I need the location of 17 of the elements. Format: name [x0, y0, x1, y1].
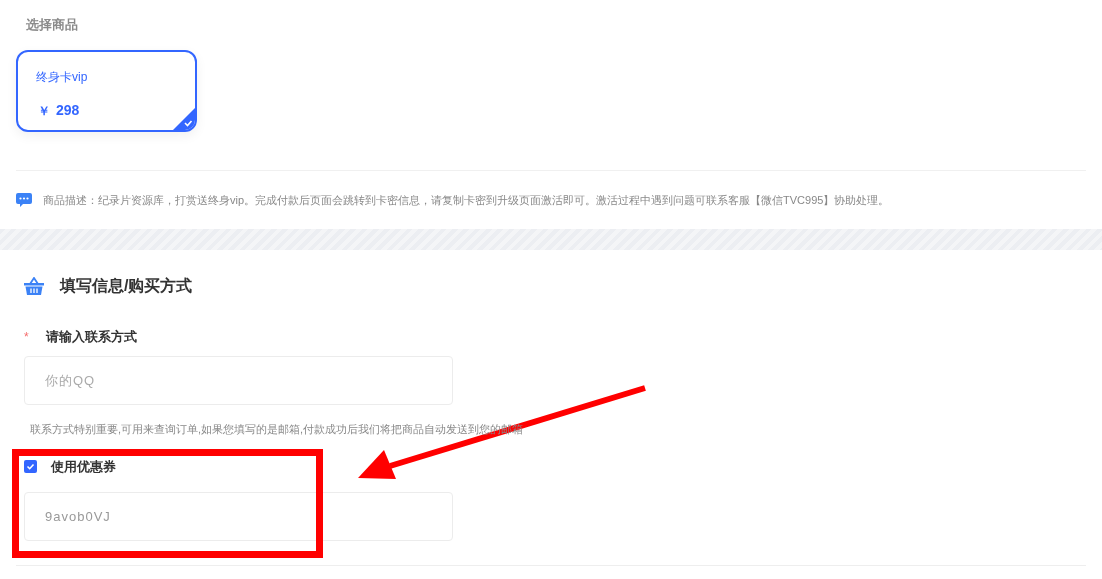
selected-check-icon — [173, 108, 195, 130]
product-card[interactable]: 终身卡vip ￥ 298 — [16, 50, 197, 132]
field-label: 请输入联系方式 — [46, 328, 137, 347]
required-mark: * — [24, 329, 30, 346]
currency-symbol: ￥ — [38, 103, 50, 120]
coupon-checkbox[interactable] — [24, 460, 37, 474]
section-title: 选择商品 — [26, 16, 79, 34]
product-description: 商品描述：纪录片资源库，打赏送终身vip。完成付款后页面会跳转到卡密信息，请复制卡密到升级页面激活即可。激活过程中遇到问题可联系客服【微信TVC995】协助处理。 — [43, 192, 890, 208]
basket-icon — [24, 277, 44, 295]
check-icon — [26, 462, 35, 472]
section-title: 填写信息/购买方式 — [60, 276, 193, 296]
coupon-input[interactable]: 9avob0VJ — [24, 491, 453, 541]
chat-bubble-icon — [16, 193, 32, 207]
product-name: 终身卡vip — [36, 69, 89, 86]
product-price: 298 — [56, 101, 80, 120]
contact-input[interactable]: 你的QQ — [24, 356, 453, 405]
checkbox-label: 使用优惠券 — [51, 458, 116, 476]
